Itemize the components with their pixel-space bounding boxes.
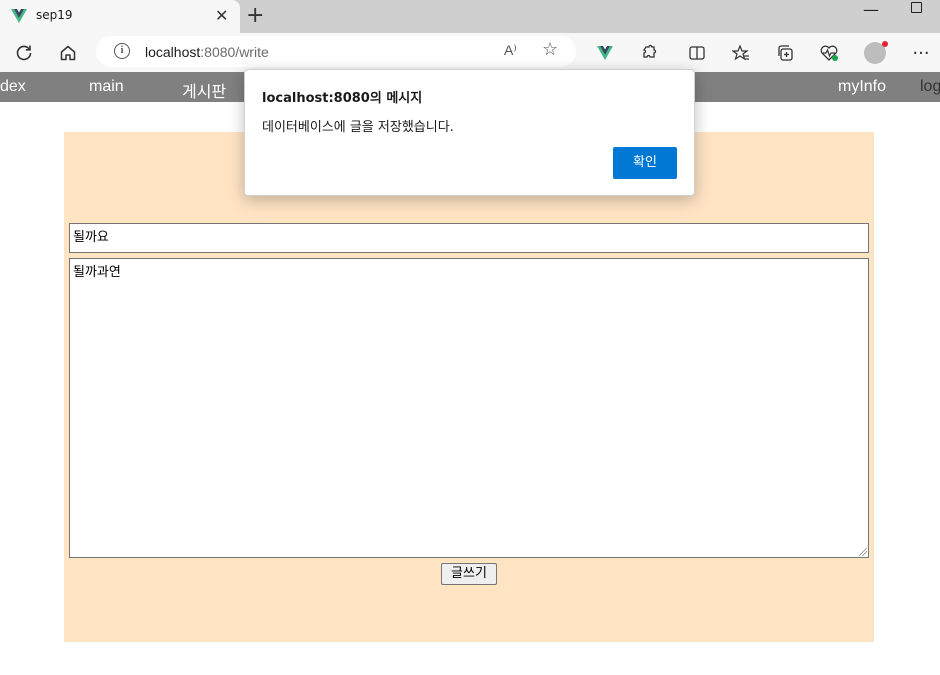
dialog-ok-button[interactable]: 확인	[613, 147, 677, 179]
split-screen-icon[interactable]	[686, 42, 708, 64]
site-info-icon[interactable]: i	[114, 43, 130, 59]
collections-icon[interactable]	[774, 42, 796, 64]
browser-tab[interactable]: sep19 ✕	[0, 0, 240, 33]
url-host: localhost	[145, 44, 201, 60]
tab-title: sep19	[36, 8, 73, 22]
maximize-icon[interactable]	[911, 2, 922, 13]
close-tab-icon[interactable]: ✕	[215, 6, 228, 25]
nav-item-main[interactable]: main	[89, 78, 124, 96]
vue-logo-icon	[11, 9, 27, 23]
resize-handle-icon[interactable]	[859, 548, 867, 556]
new-tab-button[interactable]: +	[246, 3, 264, 28]
dialog-title: localhost:8080의 메시지	[262, 91, 423, 106]
dialog-message: 데이터베이스에 글을 저장했습니다.	[262, 120, 454, 135]
content-textarea[interactable]: 될까과연	[69, 258, 869, 558]
extensions-icon[interactable]	[638, 42, 660, 64]
url-path: :8080/write	[200, 44, 269, 60]
address-bar[interactable]: i localhost:8080/write A⁾ ☆	[96, 36, 576, 67]
vue-devtools-icon[interactable]	[594, 42, 616, 64]
favorites-icon[interactable]	[730, 42, 752, 64]
tab-strip: sep19 ✕ + —	[0, 0, 940, 33]
url-text[interactable]: localhost:8080/write	[145, 44, 269, 60]
nav-item-board[interactable]: 게시판	[182, 78, 226, 102]
home-icon[interactable]	[57, 42, 79, 64]
more-options-icon[interactable]: ···	[910, 42, 932, 64]
alert-dialog: localhost:8080의 메시지 데이터베이스에 글을 저장했습니다. 확…	[244, 69, 695, 196]
nav-item-index[interactable]: dex	[0, 78, 26, 96]
notification-dot	[882, 41, 888, 47]
browser-toolbar: i localhost:8080/write A⁾ ☆ ···	[0, 33, 940, 72]
nav-item-myinfo[interactable]: myInfo	[838, 78, 886, 96]
refresh-icon[interactable]	[13, 42, 35, 64]
favorite-star-icon[interactable]: ☆	[542, 39, 558, 60]
title-input[interactable]: 될까요	[69, 223, 869, 253]
minimize-icon[interactable]: —	[863, 0, 879, 19]
write-submit-button[interactable]: 글쓰기	[441, 563, 497, 585]
nav-item-logout[interactable]: log	[920, 78, 940, 96]
read-aloud-icon[interactable]: A⁾	[504, 42, 517, 59]
browser-essentials-icon[interactable]	[818, 42, 840, 64]
content-text: 될까과연	[73, 265, 121, 280]
